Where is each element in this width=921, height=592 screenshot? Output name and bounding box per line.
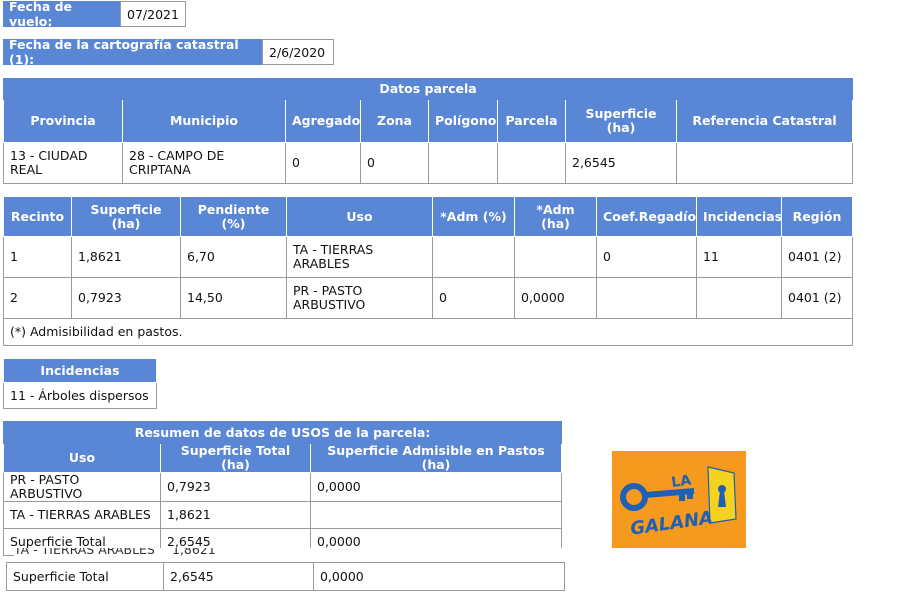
cell-adm-ha [514,236,597,278]
col-superficie-admisible: Superficie Admisible en Pastos (ha) [310,443,562,473]
cell-pendiente: 14,50 [180,277,287,319]
cell-uso: PR - PASTO ARBUSTIVO [286,277,433,319]
col-superficie: Superficie (ha) [565,99,677,143]
incident-item: 11 - Árboles dispersos [3,382,157,409]
cell-superficie-total: 1,8621 [160,501,311,529]
ghost-uso: TA - TIERRAS ARABLES [14,548,155,556]
cell-provincia: 13 - CIUDAD REAL [3,142,123,184]
col-zona: Zona [360,99,429,143]
cell-agregado: 0 [285,142,361,184]
col-region: Región [781,196,853,237]
col-incidencias: Incidencias [696,196,782,237]
cell-superficie: 0,7923 [71,277,181,319]
parcel-data-title: Datos parcela [2,78,854,100]
cell-region: 0401 (2) [781,277,853,319]
col-superficie: Superficie (ha) [71,196,181,237]
cell-uso: Superficie Total [6,562,164,591]
cell-pendiente: 6,70 [180,236,287,278]
cell-adm-pct [432,236,515,278]
cell-coef-regadio [596,277,697,319]
table-row: 2 0,7923 14,50 PR - PASTO ARBUSTIVO 0 0,… [3,277,853,319]
cell-adm-ha: 0,0000 [514,277,597,319]
col-superficie-total: Superficie Total (ha) [160,443,311,473]
flight-date-value: 07/2021 [120,1,186,27]
col-coef-regadio: Coef.Regadío [596,196,697,237]
admissibility-footnote: (*) Admisibilidad en pastos. [3,318,853,346]
usage-summary-title: Resumen de datos de USOS de la parcela: [3,421,562,444]
col-adm-pct: *Adm (%) [432,196,515,237]
col-pendiente: Pendiente (%) [180,196,287,237]
cell-municipio: 28 - CAMPO DE CRIPTANA [122,142,286,184]
usage-summary-table: Resumen de datos de USOS de la parcela: … [3,421,562,556]
cell-uso: TA - TIERRAS ARABLES [286,236,433,278]
cell-superficie: 1,8621 [71,236,181,278]
col-municipio: Municipio [122,99,286,143]
parcel-data-table: Datos parcela Provincia Municipio Agrega… [2,78,854,184]
table-row: PR - PASTO ARBUSTIVO 0,7923 0,0000 [3,472,562,502]
flight-date-row: Fecha de vuelo: 07/2021 [3,0,186,29]
col-uso: Uso [3,443,161,473]
incidents-title: Incidencias [3,358,157,383]
cell-uso: TA - TIERRAS ARABLES [3,501,161,529]
ghost-superficie: 1,8621 [172,548,216,556]
cadastral-date-label: Fecha de la cartografía catastral (1): [3,37,262,67]
cell-superficie-total: 2,6545 [163,562,314,591]
col-poligono: Polígono [428,99,498,143]
cell-uso: PR - PASTO ARBUSTIVO [3,472,161,502]
cell-adm-pct: 0 [432,277,515,319]
cadastral-date-row: Fecha de la cartografía catastral (1): 2… [3,37,334,67]
table-row: 1 1,8621 6,70 TA - TIERRAS ARABLES 0 11 … [3,236,853,278]
table-row: TA - TIERRAS ARABLES 1,8621 [3,501,562,529]
cell-superficie-total: 0,7923 [160,472,311,502]
col-agregado: Agregado [285,99,361,143]
enclosures-table: Recinto Superficie (ha) Pendiente (%) Us… [3,196,853,346]
la-galana-logo: LA GALANA [612,451,746,548]
cell-superficie-admisible: 0,0000 [313,562,565,591]
cell-coef-regadio: 0 [596,236,697,278]
cell-superficie: 2,6545 [565,142,677,184]
cell-referencia-catastral [675,142,854,184]
col-adm-ha: *Adm (ha) [514,196,597,237]
col-parcela: Parcela [497,99,566,143]
col-provincia: Provincia [3,99,123,143]
cell-incidencias: 11 [696,236,782,278]
flight-date-label: Fecha de vuelo: [3,0,120,29]
cell-poligono [428,142,498,184]
cell-parcela [497,142,566,184]
cell-superficie-admisible: 0,0000 [310,472,562,502]
duplicate-total-row: Superficie Total 2,6545 0,0000 [6,562,565,591]
col-referencia-catastral: Referencia Catastral [675,99,854,143]
key-logo-icon: LA GALANA [620,466,737,540]
cell-recinto: 2 [3,277,72,319]
logo-text-top: LA [670,472,692,491]
incidents-table: Incidencias 11 - Árboles dispersos [3,358,157,409]
cadastral-date-value: 2/6/2020 [262,39,334,65]
cell-region: 0401 (2) [781,236,853,278]
cell-superficie-admisible [310,501,562,529]
cell-incidencias [696,277,782,319]
cell-recinto: 1 [3,236,72,278]
overlap-artifact: TA - TIERRAS ARABLES 1,8621 [14,548,564,556]
logo-text-bottom: GALANA [629,507,714,539]
col-recinto: Recinto [3,196,72,237]
cell-zona: 0 [360,142,429,184]
col-uso: Uso [286,196,433,237]
